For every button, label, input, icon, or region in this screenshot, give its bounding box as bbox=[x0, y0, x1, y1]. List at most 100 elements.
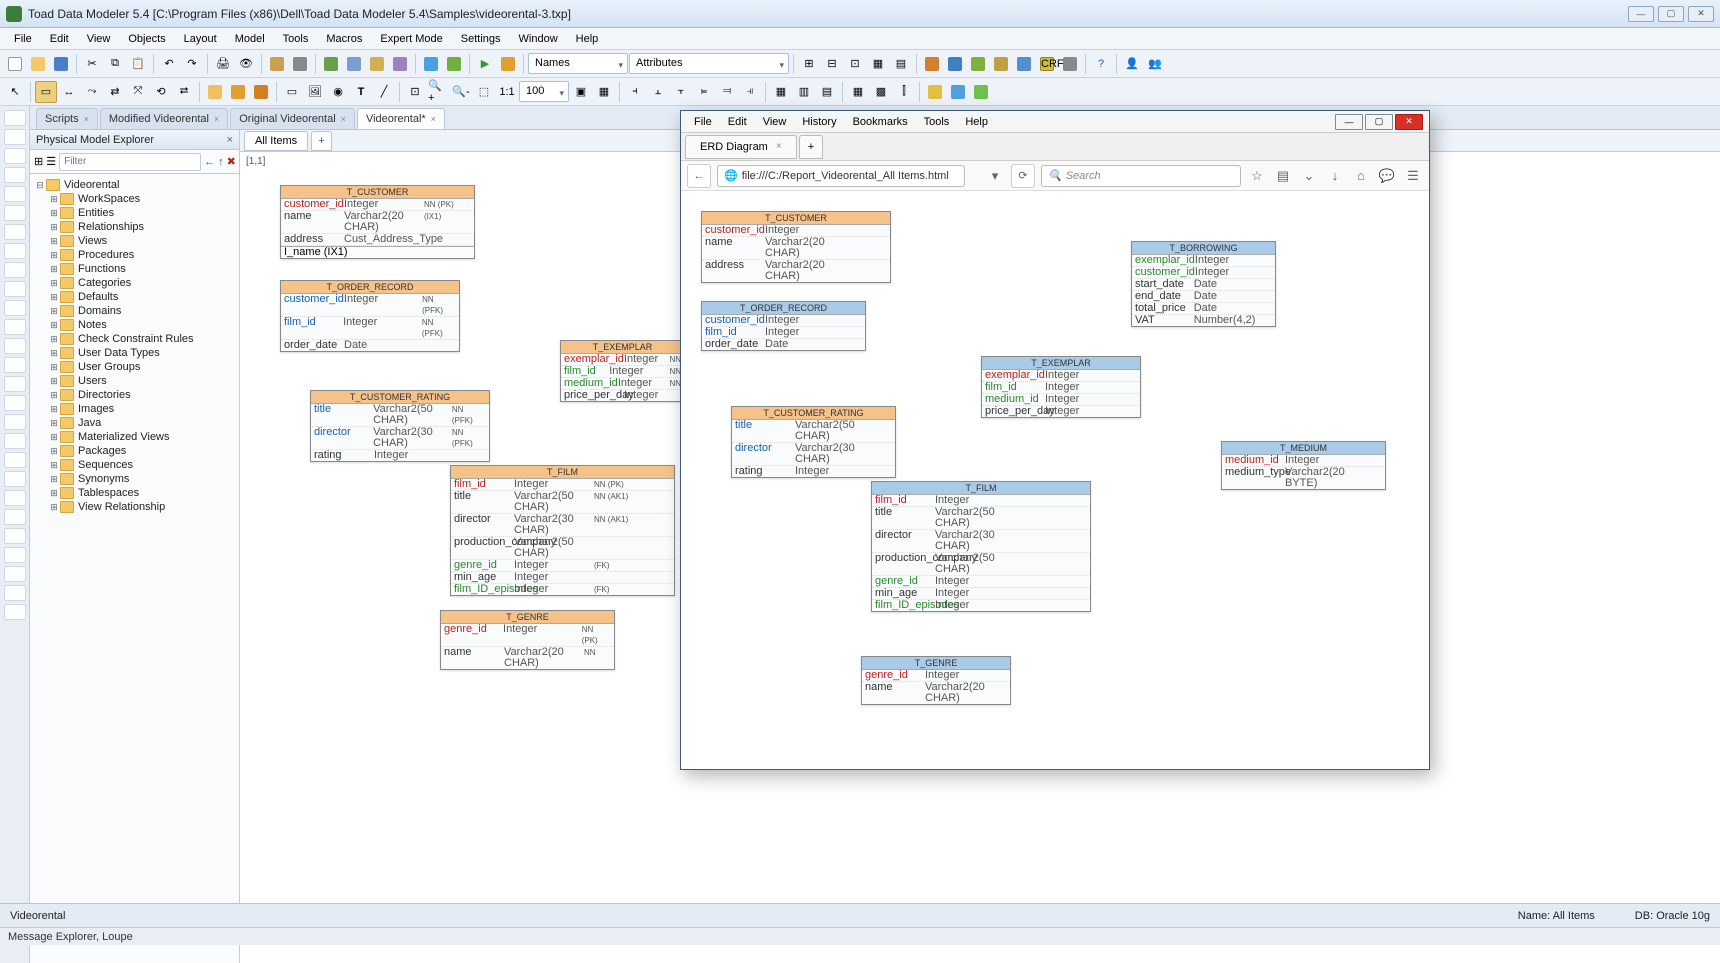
browser-tab-new[interactable]: + bbox=[799, 135, 823, 159]
misc-a[interactable] bbox=[921, 53, 943, 75]
tree-node[interactable]: ⊞Java bbox=[32, 416, 237, 430]
canvas-tab-add[interactable]: + bbox=[311, 131, 331, 151]
entity-T_CUSTOMER_RATING[interactable]: T_CUSTOMER_RATINGtitleVarchar2(50 CHAR)N… bbox=[310, 390, 490, 462]
close-icon[interactable]: × bbox=[214, 114, 219, 124]
users-button[interactable]: 👤 bbox=[1121, 53, 1143, 75]
tool-g[interactable] bbox=[420, 53, 442, 75]
misc-e[interactable] bbox=[1013, 53, 1035, 75]
grid-b[interactable]: ▩ bbox=[870, 81, 892, 103]
browser-back[interactable]: ← bbox=[687, 164, 711, 188]
tree-node[interactable]: ⊞Packages bbox=[32, 444, 237, 458]
layer-c[interactable]: ▤ bbox=[816, 81, 838, 103]
browser-tab[interactable]: ERD Diagram× bbox=[685, 135, 797, 159]
browser-window[interactable]: FileEditViewHistoryBookmarksToolsHelp — … bbox=[680, 110, 1430, 770]
tool-c[interactable] bbox=[320, 53, 342, 75]
cut-button[interactable]: ✂ bbox=[81, 53, 103, 75]
zoom-a[interactable]: ▣ bbox=[570, 81, 592, 103]
align-c[interactable]: ⫟ bbox=[670, 81, 692, 103]
pocket-icon[interactable]: ⌄ bbox=[1299, 168, 1319, 184]
entity-T_CUSTOMER[interactable]: T_CUSTOMERcustomer_idIntegerNN (PK)nameV… bbox=[280, 185, 475, 259]
menu-help[interactable]: Help bbox=[568, 30, 607, 48]
tree-node[interactable]: ⊞Categories bbox=[32, 276, 237, 290]
explorer-close[interactable]: × bbox=[227, 134, 233, 146]
zoom-out[interactable]: 🔍- bbox=[450, 81, 472, 103]
misc-d[interactable] bbox=[990, 53, 1012, 75]
redo-button[interactable]: ↷ bbox=[181, 53, 203, 75]
home-icon[interactable]: ⌂ bbox=[1351, 168, 1371, 183]
menu-model[interactable]: Model bbox=[227, 30, 273, 48]
tree-node[interactable]: ⊞Sequences bbox=[32, 458, 237, 472]
arrow-tool[interactable]: ↖ bbox=[4, 81, 26, 103]
help-button[interactable]: ? bbox=[1090, 53, 1112, 75]
names-dropdown[interactable]: Names bbox=[528, 53, 628, 74]
canvas-tab-all[interactable]: All Items bbox=[244, 131, 308, 151]
layer-a[interactable]: ▦ bbox=[770, 81, 792, 103]
shape-a[interactable] bbox=[204, 81, 226, 103]
close-icon[interactable]: × bbox=[341, 114, 346, 124]
list-icon[interactable]: ☰ bbox=[46, 155, 56, 168]
attributes-dropdown[interactable]: Attributes bbox=[629, 53, 789, 74]
tree-node[interactable]: ⊞Synonyms bbox=[32, 472, 237, 486]
rel-d[interactable]: ⤧ bbox=[127, 81, 149, 103]
tree-node[interactable]: ⊞Views bbox=[32, 234, 237, 248]
tree-node[interactable]: ⊞Users bbox=[32, 374, 237, 388]
bmenu-edit[interactable]: Edit bbox=[721, 114, 754, 130]
align-b[interactable]: ⫠ bbox=[647, 81, 669, 103]
extra-b[interactable] bbox=[947, 81, 969, 103]
doctab[interactable]: Modified Videorental× bbox=[100, 108, 228, 129]
nav-next[interactable]: ↑ bbox=[218, 156, 224, 168]
misc-f[interactable]: CRF bbox=[1036, 53, 1058, 75]
line-tool[interactable]: ╱ bbox=[373, 81, 395, 103]
view-e[interactable]: ▤ bbox=[890, 53, 912, 75]
menu-window[interactable]: Window bbox=[511, 30, 566, 48]
download-icon[interactable]: ↓ bbox=[1325, 168, 1345, 183]
entity-T_FILM[interactable]: T_FILMfilm_idIntegerNN (PK)titleVarchar2… bbox=[450, 465, 675, 596]
zoom-fit[interactable]: ⊡ bbox=[404, 81, 426, 103]
rel-e[interactable]: ⟲ bbox=[150, 81, 172, 103]
tree-node[interactable]: ⊞View Relationship bbox=[32, 500, 237, 514]
doctab[interactable]: Videorental*× bbox=[357, 108, 445, 129]
nav-prev[interactable]: ← bbox=[204, 156, 215, 168]
doctab[interactable]: Original Videorental× bbox=[230, 108, 355, 129]
tree-node[interactable]: ⊞User Data Types bbox=[32, 346, 237, 360]
menu-macros[interactable]: Macros bbox=[318, 30, 370, 48]
pal-btn[interactable] bbox=[4, 110, 26, 126]
menu-expert-mode[interactable]: Expert Mode bbox=[372, 30, 450, 48]
tool-f[interactable] bbox=[389, 53, 411, 75]
tree-node[interactable]: ⊞Procedures bbox=[32, 248, 237, 262]
note-tool[interactable]: ▭ bbox=[281, 81, 303, 103]
entity-T_MEDIUM[interactable]: T_MEDIUMmedium_idIntegermedium_typeVarch… bbox=[1221, 441, 1386, 490]
tool-a[interactable] bbox=[266, 53, 288, 75]
browser-minimize[interactable]: — bbox=[1335, 114, 1363, 130]
grid-c[interactable]: ⫿ bbox=[893, 81, 915, 103]
paste-button[interactable]: 📋 bbox=[127, 53, 149, 75]
copy-button[interactable]: ⧉ bbox=[104, 53, 126, 75]
maximize-button[interactable]: ▢ bbox=[1658, 6, 1684, 22]
stamp-tool[interactable]: ◉ bbox=[327, 81, 349, 103]
library-icon[interactable]: ▤ bbox=[1273, 168, 1293, 184]
tree-node[interactable]: ⊞Functions bbox=[32, 262, 237, 276]
close-icon[interactable]: × bbox=[84, 114, 89, 124]
tool-h[interactable] bbox=[443, 53, 465, 75]
model-tree[interactable]: ⊟Videorental⊞WorkSpaces⊞Entities⊞Relatio… bbox=[30, 174, 239, 963]
tree-node[interactable]: ⊞Tablespaces bbox=[32, 486, 237, 500]
shape-c[interactable] bbox=[250, 81, 272, 103]
tool-i[interactable] bbox=[497, 53, 519, 75]
tree-node[interactable]: ⊞Defaults bbox=[32, 290, 237, 304]
group-button[interactable]: 👥 bbox=[1144, 53, 1166, 75]
align-e[interactable]: ⫤ bbox=[716, 81, 738, 103]
close-button[interactable]: ✕ bbox=[1688, 6, 1714, 22]
filter-input[interactable] bbox=[59, 153, 201, 171]
rel-b[interactable]: ⤳ bbox=[81, 81, 103, 103]
menu-layout[interactable]: Layout bbox=[176, 30, 225, 48]
view-c[interactable]: ⊡ bbox=[844, 53, 866, 75]
rel-f[interactable]: ⮂ bbox=[173, 81, 195, 103]
tree-node[interactable]: ⊞Notes bbox=[32, 318, 237, 332]
tree-node[interactable]: ⊞User Groups bbox=[32, 360, 237, 374]
undo-button[interactable]: ↶ bbox=[158, 53, 180, 75]
tree-node[interactable]: ⊞Domains bbox=[32, 304, 237, 318]
new-button[interactable] bbox=[4, 53, 26, 75]
rel-c[interactable]: ⇄ bbox=[104, 81, 126, 103]
bmenu-view[interactable]: View bbox=[756, 114, 794, 130]
minimize-button[interactable]: — bbox=[1628, 6, 1654, 22]
